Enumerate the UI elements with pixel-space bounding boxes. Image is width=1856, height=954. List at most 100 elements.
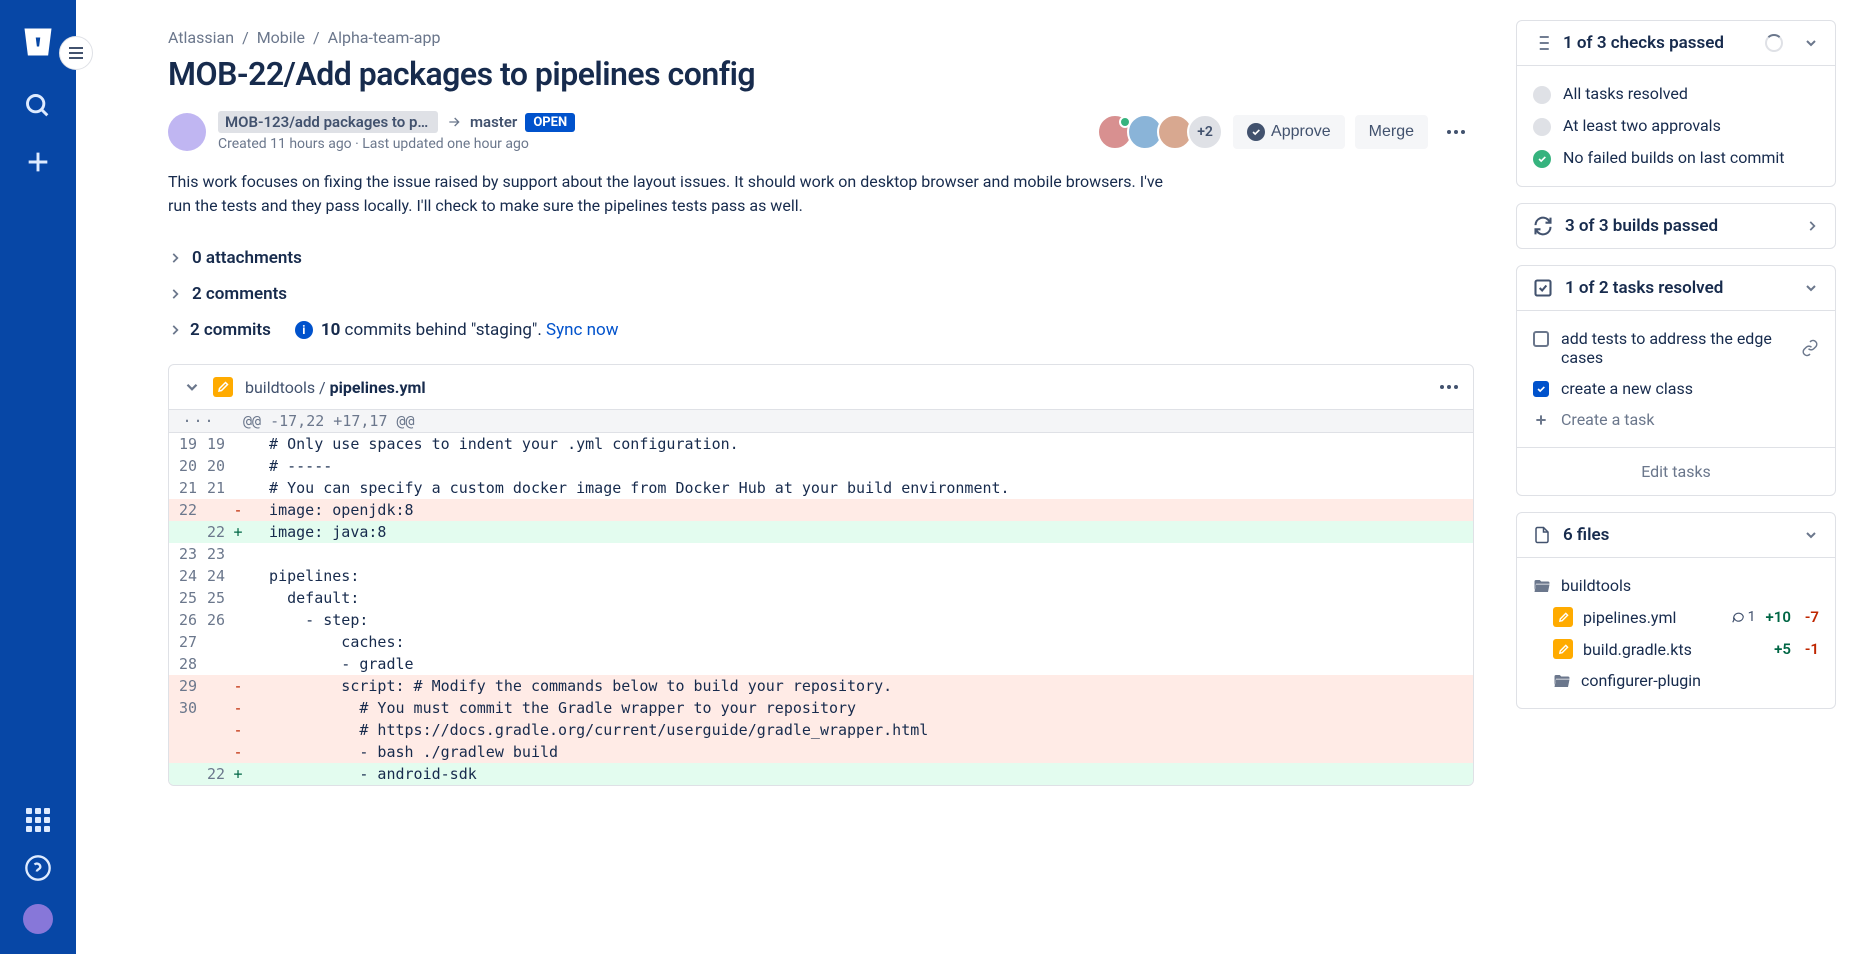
success-icon: [1533, 150, 1551, 168]
spinner-icon: [1765, 34, 1783, 52]
file-row[interactable]: pipelines.yml 1 +10 -7: [1533, 601, 1819, 633]
diff-line[interactable]: 1919 # Only use spaces to indent your .y…: [169, 433, 1473, 455]
more-reviewers[interactable]: +2: [1187, 114, 1223, 150]
diff-file: buildtools / pipelines.yml ··· @@ -17,22…: [168, 364, 1474, 786]
breadcrumb-link[interactable]: Mobile: [257, 28, 305, 47]
pr-timestamps: Created 11 hours ago · Last updated one …: [218, 136, 1085, 152]
merge-button[interactable]: Merge: [1355, 115, 1428, 149]
edit-tasks-button[interactable]: Edit tasks: [1517, 447, 1835, 495]
reviewer-avatars[interactable]: +2: [1097, 114, 1223, 150]
global-nav: [0, 0, 76, 954]
chevron-down-icon[interactable]: [1803, 527, 1819, 543]
sidebar-toggle[interactable]: [59, 36, 93, 70]
task-icon: [1533, 278, 1553, 298]
folder-open-icon: [1553, 673, 1571, 689]
breadcrumb-link[interactable]: Atlassian: [168, 28, 234, 47]
diff-hunk-header: ··· @@ -17,22 +17,17 @@: [169, 410, 1473, 433]
task-item: add tests to address the edge cases: [1533, 323, 1819, 373]
comment-count: 1: [1731, 609, 1756, 625]
tasks-panel: 1 of 2 tasks resolved add tests to addre…: [1516, 265, 1836, 496]
pending-icon: [1533, 118, 1551, 136]
chevron-down-icon[interactable]: [1803, 35, 1819, 51]
comment-icon: [1731, 610, 1745, 624]
task-label: add tests to address the edge cases: [1561, 329, 1789, 367]
task-item: create a new class: [1533, 373, 1819, 404]
diff-line[interactable]: 22+ image: java:8: [169, 521, 1473, 543]
diff-line[interactable]: 2121 # You can specify a custom docker i…: [169, 477, 1473, 499]
expand-hunk-icon[interactable]: ···: [169, 410, 229, 432]
sidebar: 1 of 3 checks passed All tasks resolvedA…: [1516, 0, 1856, 954]
checks-panel-header[interactable]: 1 of 3 checks passed: [1517, 21, 1835, 65]
builds-icon: [1533, 216, 1553, 236]
sync-now-link[interactable]: Sync now: [546, 320, 619, 340]
chevron-down-icon[interactable]: [1803, 280, 1819, 296]
approve-button[interactable]: Approve: [1233, 115, 1345, 149]
link-icon[interactable]: [1801, 339, 1819, 357]
chevron-right-icon: [168, 287, 182, 301]
task-label: create a new class: [1561, 379, 1693, 398]
files-panel: 6 files buildtools pipelines.yml 1 +10 -…: [1516, 512, 1836, 709]
folder-row[interactable]: configurer-plugin: [1533, 665, 1819, 696]
file-modified-icon: [1553, 607, 1573, 627]
check-item: All tasks resolved: [1533, 78, 1819, 110]
commits-section[interactable]: 2 commits i 10 commits behind "staging".…: [168, 312, 1474, 348]
plus-icon: [1533, 412, 1549, 428]
target-branch[interactable]: master: [470, 113, 517, 131]
info-icon: i: [295, 321, 313, 339]
create-task[interactable]: Create a task: [1533, 404, 1819, 435]
pr-status-badge: OPEN: [525, 113, 575, 132]
diff-line[interactable]: 2525 default:: [169, 587, 1473, 609]
diff-line[interactable]: 2020 # -----: [169, 455, 1473, 477]
main-content: Atlassian/ Mobile/ Alpha-team-app MOB-22…: [76, 0, 1516, 954]
search-icon[interactable]: [24, 92, 52, 120]
checks-panel: 1 of 3 checks passed All tasks resolvedA…: [1516, 20, 1836, 187]
check-circle-icon: [1247, 123, 1265, 141]
author-avatar[interactable]: [168, 113, 206, 151]
diff-body: ··· @@ -17,22 +17,17 @@ 1919 # Only use …: [169, 410, 1473, 785]
diff-line[interactable]: 2323: [169, 543, 1473, 565]
attachments-section[interactable]: 0 attachments: [168, 240, 1474, 276]
check-item: No failed builds on last commit: [1533, 142, 1819, 174]
chevron-right-icon: [168, 323, 182, 337]
chevron-right-icon: [1805, 219, 1819, 233]
plus-icon[interactable]: [24, 148, 52, 176]
files-panel-header[interactable]: 6 files: [1517, 513, 1835, 557]
diff-line[interactable]: 2626 - step:: [169, 609, 1473, 631]
bitbucket-logo-icon[interactable]: [20, 24, 56, 60]
diff-line[interactable]: 28 - gradle: [169, 653, 1473, 675]
source-branch[interactable]: MOB-123/add packages to pi...: [218, 111, 438, 133]
diff-line[interactable]: - - bash ./gradlew build: [169, 741, 1473, 763]
diff-line[interactable]: - # https://docs.gradle.org/current/user…: [169, 719, 1473, 741]
builds-panel[interactable]: 3 of 3 builds passed: [1516, 203, 1836, 249]
file-row[interactable]: build.gradle.kts +5 -1: [1533, 633, 1819, 665]
tasks-panel-header[interactable]: 1 of 2 tasks resolved: [1517, 266, 1835, 310]
folder-open-icon: [1533, 578, 1551, 594]
diff-line[interactable]: 30- # You must commit the Gradle wrapper…: [169, 697, 1473, 719]
user-avatar[interactable]: [23, 904, 53, 934]
comments-section[interactable]: 2 comments: [168, 276, 1474, 312]
more-actions-icon[interactable]: [1438, 114, 1474, 150]
file-modified-icon: [213, 377, 233, 397]
diff-line[interactable]: 29- script: # Modify the commands below …: [169, 675, 1473, 697]
folder-row[interactable]: buildtools: [1533, 570, 1819, 601]
chevron-right-icon: [168, 251, 182, 265]
check-item: At least two approvals: [1533, 110, 1819, 142]
breadcrumb-link[interactable]: Alpha-team-app: [328, 28, 441, 47]
task-checkbox[interactable]: [1533, 381, 1549, 397]
diff-line[interactable]: 22- image: openjdk:8: [169, 499, 1473, 521]
diff-file-path[interactable]: buildtools / pipelines.yml: [245, 378, 426, 397]
chevron-down-icon[interactable]: [183, 378, 201, 396]
diff-line[interactable]: 27 caches:: [169, 631, 1473, 653]
breadcrumb: Atlassian/ Mobile/ Alpha-team-app: [168, 28, 1474, 47]
diff-line[interactable]: 2424 pipelines:: [169, 565, 1473, 587]
help-icon[interactable]: [24, 854, 52, 882]
checklist-icon: [1533, 34, 1551, 52]
pending-icon: [1533, 86, 1551, 104]
diff-line[interactable]: 22+ - android-sdk: [169, 763, 1473, 785]
task-checkbox[interactable]: [1533, 331, 1549, 347]
diff-more-icon[interactable]: [1439, 384, 1459, 390]
app-switcher-icon[interactable]: [26, 808, 50, 832]
file-modified-icon: [1553, 639, 1573, 659]
file-icon: [1533, 526, 1551, 544]
arrow-right-icon: [446, 114, 462, 130]
